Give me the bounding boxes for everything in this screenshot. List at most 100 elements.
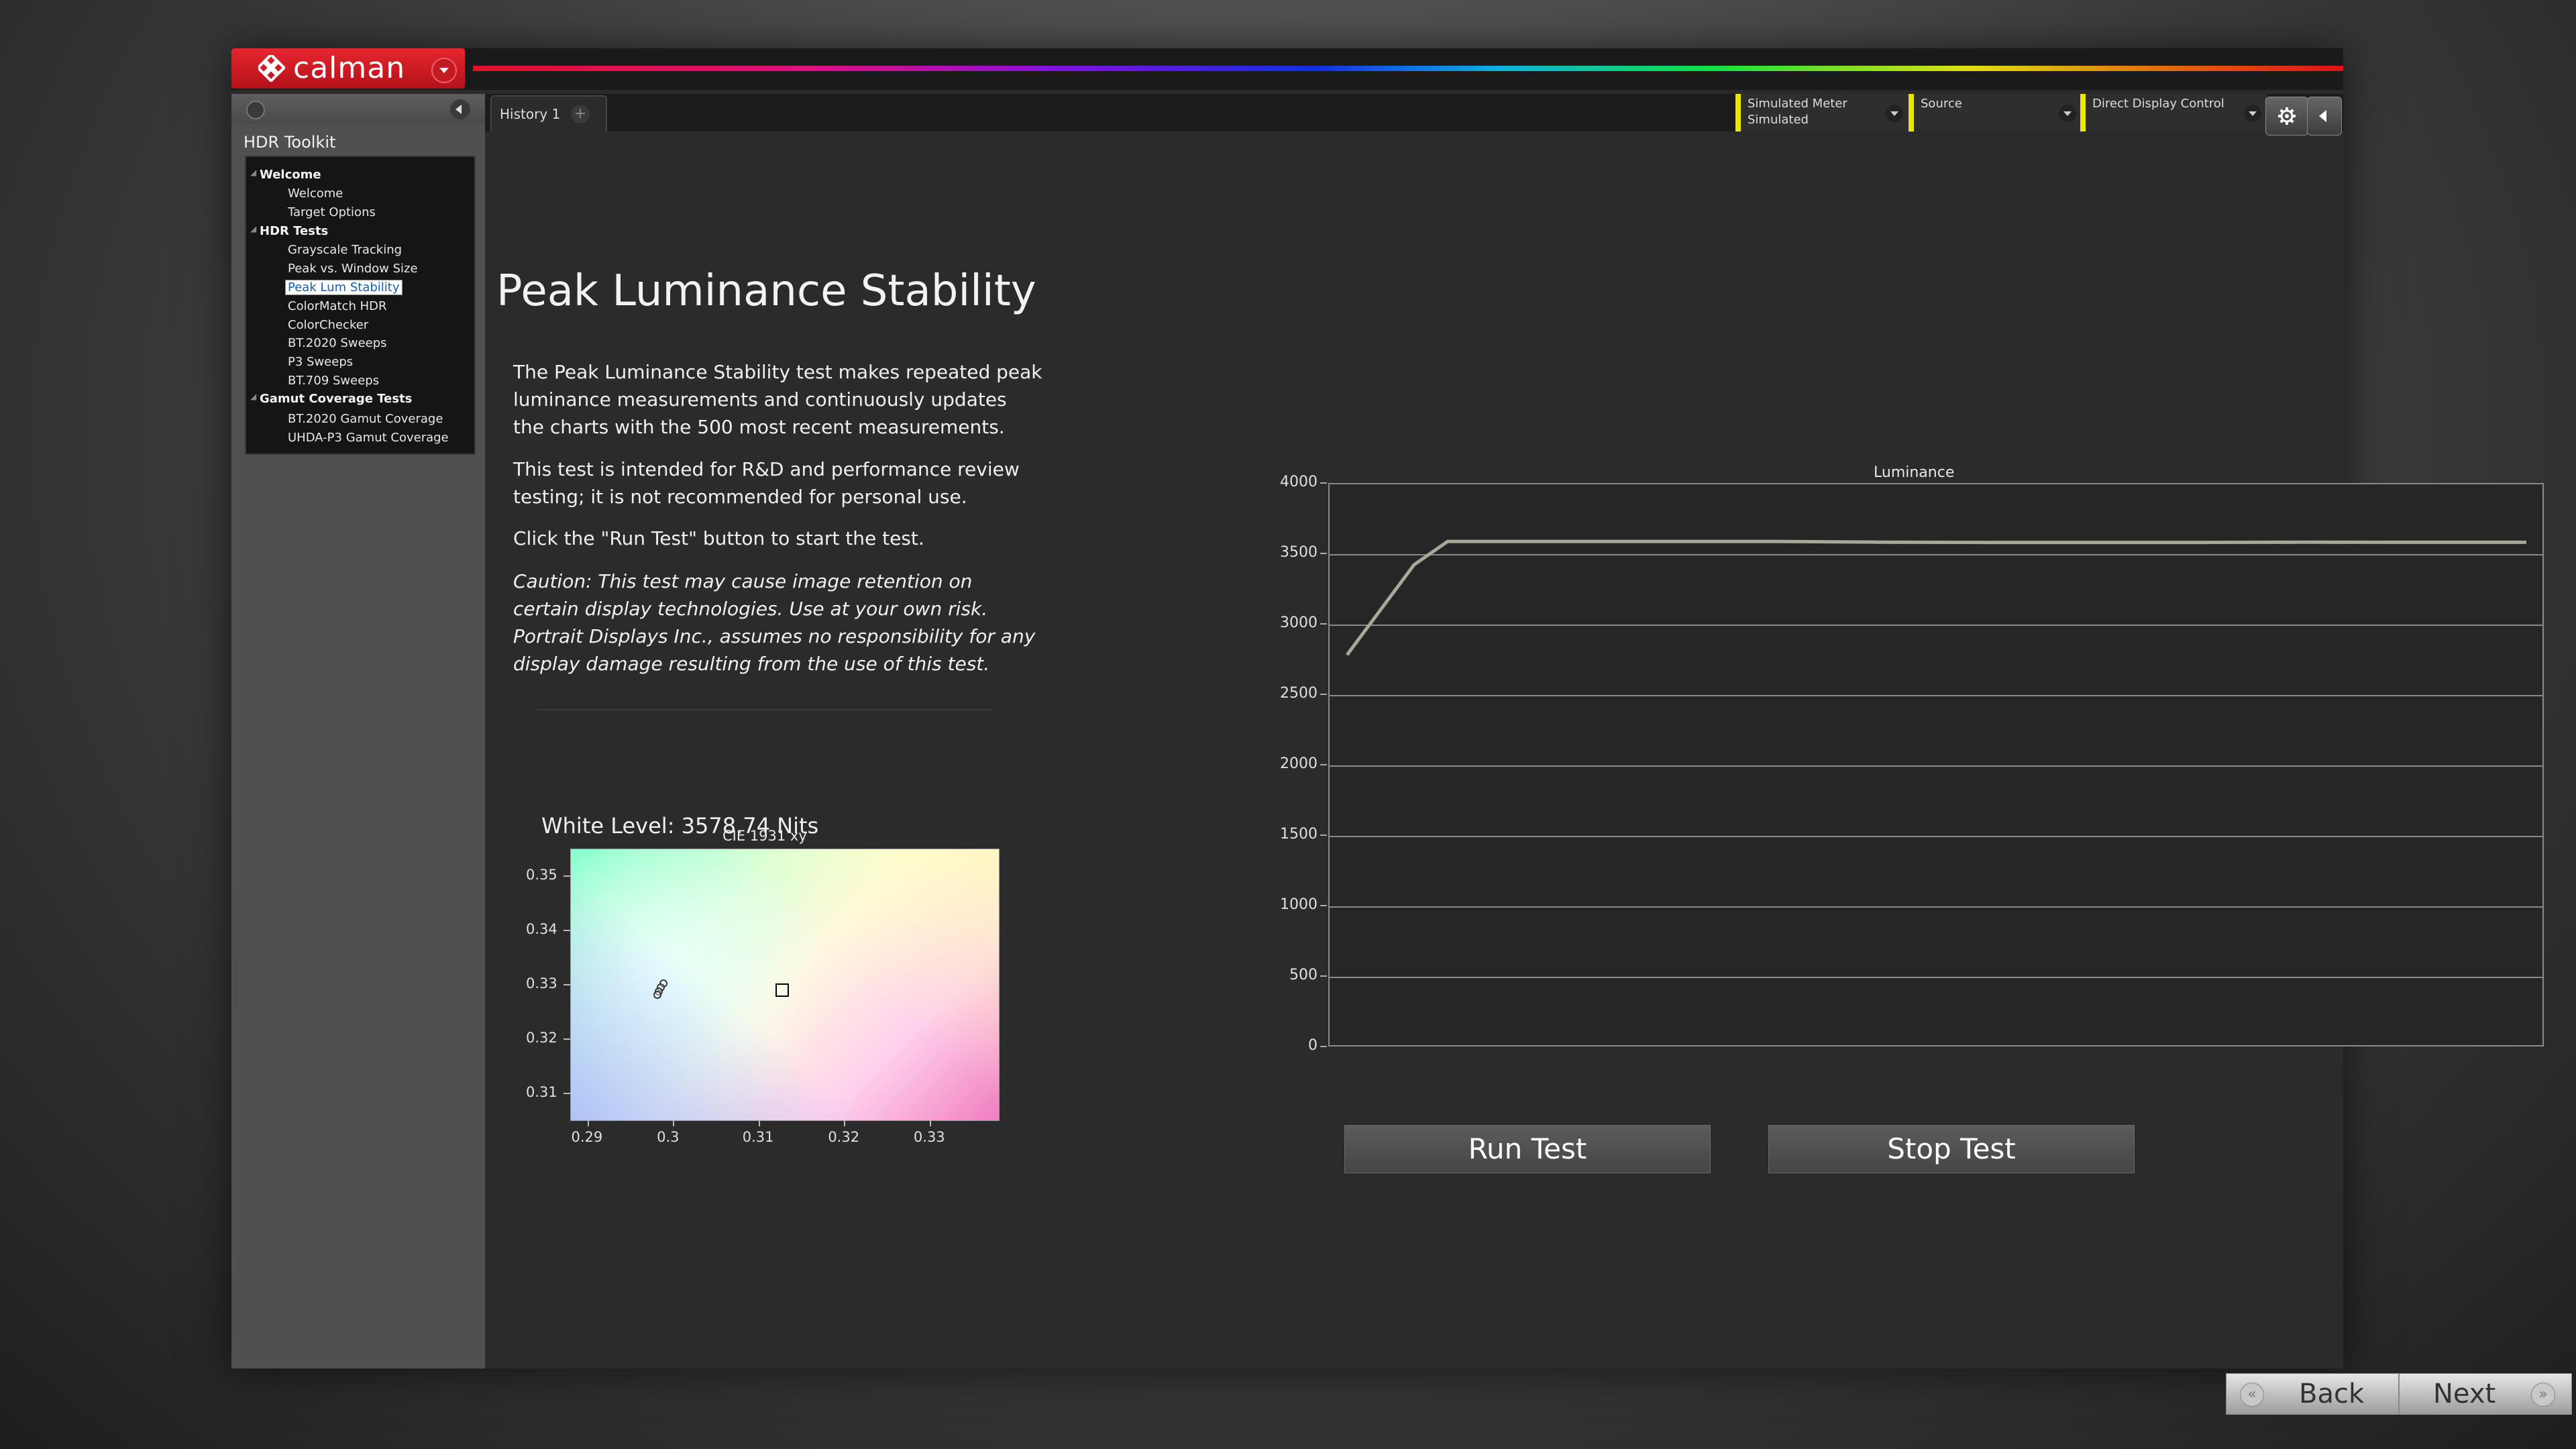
meter-name: Simulated Meter — [1748, 97, 1847, 111]
tree-item-welcome[interactable]: Welcome — [288, 186, 343, 201]
tree-item-peak-vs-window[interactable]: Peak vs. Window Size — [288, 262, 418, 276]
calman-logo-icon — [258, 55, 285, 82]
tree-group-label: Welcome — [260, 168, 321, 182]
luminance-y-tick — [1320, 694, 1327, 695]
tree-item-peak-lum-stability[interactable]: Peak Lum Stability — [285, 280, 402, 295]
top-bar: calman — [231, 48, 2343, 90]
tree-item-p3-sweeps[interactable]: P3 Sweeps — [288, 355, 353, 369]
intended-use-paragraph: This test is intended for R&D and perfor… — [513, 458, 1020, 508]
luminance-y-tick-label: 0 — [1308, 1037, 1318, 1054]
cie-x-tick-label: 0.32 — [828, 1129, 860, 1145]
chevron-down-icon[interactable] — [2059, 105, 2076, 122]
cie-chart-plot — [570, 849, 1000, 1121]
next-button[interactable]: Next » — [2399, 1373, 2572, 1415]
cie-x-tick-label: 0.31 — [742, 1129, 774, 1145]
luminance-y-tick-label: 2500 — [1280, 685, 1318, 702]
left-panel-toolbar — [231, 94, 485, 123]
luminance-y-tick-label: 500 — [1289, 967, 1318, 983]
luminance-y-tick-label: 4000 — [1280, 474, 1318, 490]
pin-icon[interactable] — [246, 101, 265, 119]
left-panel: HDR Toolkit ◢ Welcome Welcome Target Opti… — [231, 94, 485, 1368]
calman-window: calman HDR Toolkit ◢ Welcome Welcome Targ… — [231, 48, 2572, 1415]
tree-item-bt709-sweeps[interactable]: BT.709 Sweeps — [288, 374, 379, 388]
cie-measurement-point — [653, 991, 661, 1000]
luminance-y-tick-label: 1500 — [1280, 826, 1318, 843]
collapse-triangle-icon[interactable]: ◢ — [250, 168, 256, 177]
tab-label: History 1 — [500, 106, 561, 122]
luminance-y-tick-label: 2000 — [1280, 755, 1318, 772]
luminance-y-tick — [1320, 905, 1327, 906]
chevron-down-icon[interactable] — [431, 58, 457, 83]
cie-chart-title: CIE 1931 xy — [722, 828, 807, 844]
display-name: Direct Display Control — [2092, 97, 2224, 111]
display-selector[interactable]: Direct Display Control — [2080, 94, 2267, 131]
luminance-y-tick-label: 3500 — [1280, 544, 1318, 561]
caution-paragraph: Caution: This test may cause image reten… — [513, 570, 1036, 675]
cie-x-tick — [758, 1120, 760, 1126]
rainbow-strip — [473, 66, 2343, 71]
chevron-down-icon[interactable] — [2244, 105, 2261, 122]
cie-x-tick — [844, 1120, 846, 1126]
cie-y-tick-label: 0.31 — [526, 1083, 557, 1100]
cie-y-tick — [564, 984, 570, 985]
source-name: Source — [1921, 97, 1962, 111]
luminance-chart-title: Luminance — [1874, 464, 1955, 481]
luminance-y-tick — [1320, 553, 1327, 554]
stop-test-button[interactable]: Stop Test — [1767, 1124, 2136, 1175]
tree-item-bt2020-gamut[interactable]: BT.2020 Gamut Coverage — [288, 412, 443, 426]
collapse-panel-button[interactable] — [2307, 97, 2342, 136]
tree-group-hdr-tests[interactable]: ◢ HDR Tests — [250, 224, 328, 238]
collapse-left-icon[interactable] — [450, 99, 470, 119]
tree-item-grayscale-tracking[interactable]: Grayscale Tracking — [288, 243, 402, 257]
tree-item-bt2020-sweeps[interactable]: BT.2020 Sweeps — [288, 336, 387, 350]
tree-item-colorchecker[interactable]: ColorChecker — [288, 318, 368, 332]
luminance-y-tick — [1320, 1046, 1327, 1047]
luminance-chart-series — [1345, 539, 2526, 656]
source-selector[interactable]: Source — [1909, 94, 2082, 131]
tree-group-gamut-coverage[interactable]: ◢ Gamut Coverage Tests — [250, 392, 412, 406]
cie-y-tick-label: 0.34 — [526, 921, 557, 938]
cie-y-tick-label: 0.33 — [526, 975, 557, 991]
luminance-y-tick — [1320, 623, 1327, 625]
cie-y-tick — [564, 930, 570, 932]
tab-history-1[interactable]: History 1 + — [490, 95, 607, 131]
workflow-tree: ◢ Welcome Welcome Target Options ◢ HDR Tes… — [245, 156, 476, 455]
tree-item-colormatch-hdr[interactable]: ColorMatch HDR — [288, 299, 387, 313]
page-title: Peak Luminance Stability — [496, 266, 1036, 316]
meter-mode: Simulated — [1748, 113, 1809, 127]
cie-x-tick — [587, 1120, 589, 1126]
cie-x-tick — [673, 1120, 675, 1126]
luminance-y-tick-label: 1000 — [1280, 896, 1318, 913]
settings-button[interactable] — [2265, 97, 2308, 136]
add-tab-icon[interactable]: + — [571, 105, 590, 123]
luminance-y-tick-label: 3000 — [1280, 614, 1318, 631]
divider — [537, 709, 993, 710]
description-paragraph: The Peak Luminance Stability test makes … — [513, 361, 1042, 438]
luminance-y-tick — [1320, 764, 1327, 765]
cie-x-tick-label: 0.29 — [571, 1129, 603, 1145]
back-button[interactable]: « Back — [2226, 1373, 2399, 1415]
run-test-button[interactable]: Run Test — [1343, 1124, 1712, 1175]
gear-icon — [2278, 107, 2296, 125]
calman-menu-button[interactable]: calman — [231, 48, 465, 89]
cie-x-tick-label: 0.3 — [657, 1129, 680, 1145]
cie-y-tick-label: 0.32 — [526, 1029, 557, 1046]
luminance-y-tick — [1320, 835, 1327, 836]
tree-group-welcome[interactable]: ◢ Welcome — [250, 168, 321, 182]
next-label: Next — [2433, 1379, 2496, 1409]
luminance-y-tick — [1320, 975, 1327, 977]
cie-target-marker — [775, 983, 790, 998]
collapse-triangle-icon[interactable]: ◢ — [250, 224, 256, 233]
double-chevron-left-icon: « — [2240, 1383, 2264, 1407]
meter-selector[interactable]: Simulated Meter Simulated — [1735, 94, 1909, 131]
tree-item-target-options[interactable]: Target Options — [288, 205, 376, 219]
cie-y-tick — [564, 1092, 570, 1094]
calman-logo-text: calman — [293, 51, 406, 85]
chevron-down-icon[interactable] — [1886, 105, 1903, 122]
cie-y-tick-label: 0.35 — [526, 867, 557, 883]
collapse-triangle-icon[interactable]: ◢ — [250, 392, 256, 401]
cie-x-tick-label: 0.33 — [913, 1129, 945, 1145]
tree-item-uhda-p3-gamut[interactable]: UHDA-P3 Gamut Coverage — [288, 431, 449, 445]
cie-y-tick — [564, 1038, 570, 1040]
workflow-title: HDR Toolkit — [244, 133, 336, 152]
